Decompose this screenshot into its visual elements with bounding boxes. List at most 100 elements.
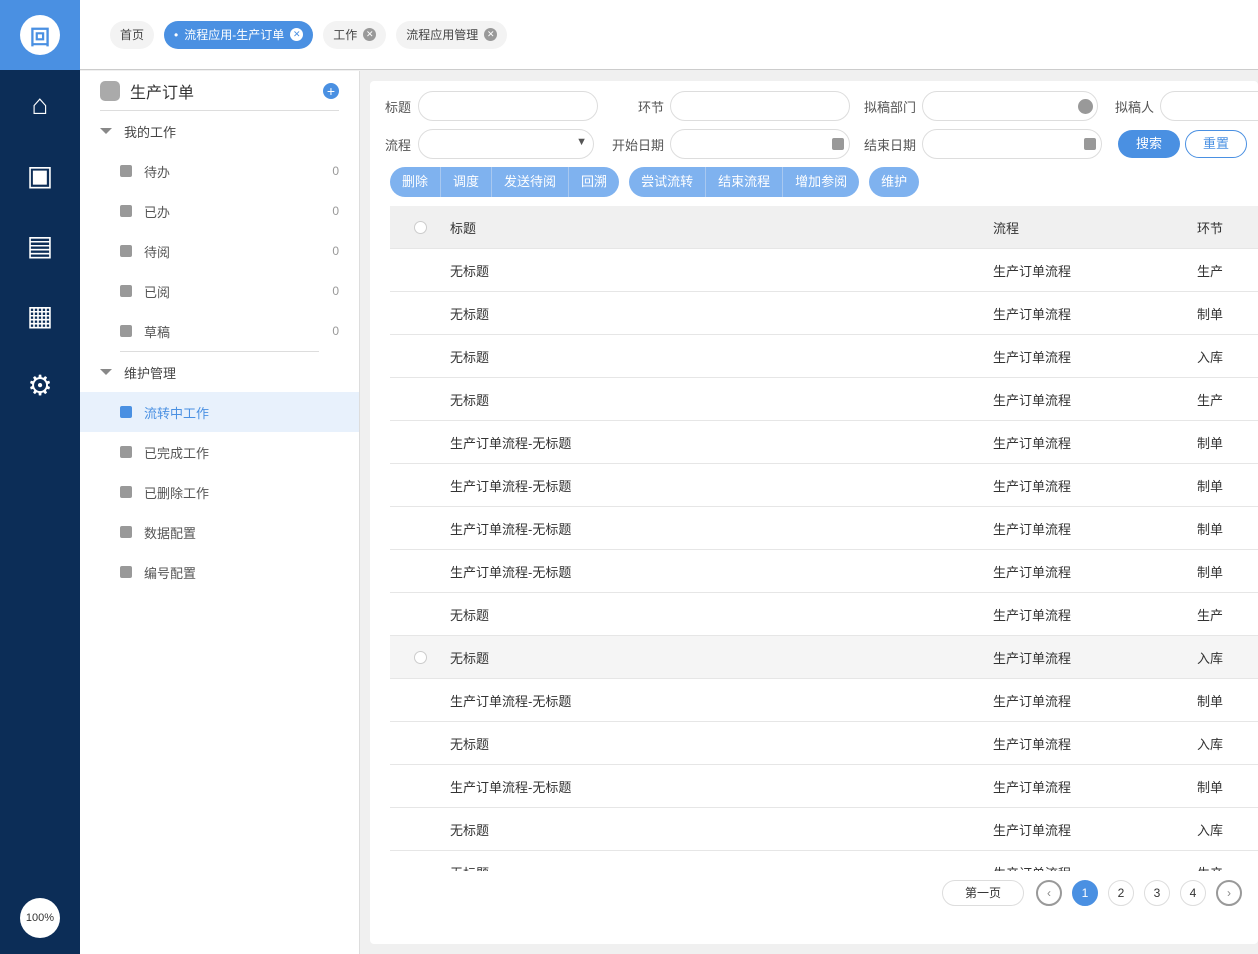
cell-process: 生产订单流程 [993,306,1072,322]
sidebar-item[interactable]: 待办 0 [80,151,359,191]
calendar-icon[interactable] [1084,138,1096,150]
cell-title[interactable]: 生产订单流程-无标题 [450,777,990,796]
table-row[interactable]: 无标题 生产订单流程 入库 [390,808,1258,851]
table-row[interactable]: 生产订单流程-无标题 生产订单流程 制单 [390,679,1258,722]
table-row[interactable]: 生产订单流程-无标题 生产订单流程 制单 [390,464,1258,507]
cell-title[interactable]: 无标题 [450,605,990,624]
news-icon[interactable]: ▤ [0,210,80,280]
table-row[interactable]: 无标题 生产订单流程 入库 [390,636,1258,679]
action-button[interactable]: 发送待阅 [492,167,570,197]
table-row[interactable]: 无标题生产订单流程生产 [390,249,1258,292]
group-label: 维护管理 [124,365,177,381]
row-radio[interactable] [413,650,427,664]
cell-title[interactable]: 生产订单流程-无标题 [450,519,990,538]
action-button[interactable]: 维护 [869,167,919,197]
page-button[interactable]: 2 [1108,880,1134,906]
tab-1[interactable]: • 流程应用-生产订单 ✕ [164,20,314,49]
table-row[interactable]: 无标题生产订单流程生产 [390,378,1258,421]
node-input[interactable] [670,91,850,121]
table-row[interactable]: 生产订单流程-无标题 生产订单流程 制单 [390,421,1258,464]
app-icon [100,80,120,101]
first-page-button[interactable]: 第一页 [942,880,1024,906]
cell-process: 生产订单流程 [993,564,1072,580]
cell-process: 生产订单流程 [993,435,1072,451]
tab-3[interactable]: 流程应用管理 ✕ [396,20,508,49]
table-row[interactable]: 生产订单流程-无标题 生产订单流程 制单 [390,507,1258,550]
prev-page-icon[interactable]: ‹ [1036,880,1062,906]
page-button[interactable]: 3 [1144,880,1170,906]
start-date-label: 开始日期 [611,137,664,153]
table-row[interactable]: 生产订单流程-无标题 生产订单流程 制单 [390,550,1258,593]
tab-2[interactable]: 工作 ✕ [323,20,387,49]
end-date-input[interactable] [922,129,1102,159]
item-count: 0 [332,204,339,218]
sidebar-item[interactable]: 待阅 0 [80,231,359,271]
process-select[interactable]: ▼ [418,129,594,159]
cell-title[interactable]: 无标题 [450,648,990,667]
action-button[interactable]: 调度 [441,167,493,197]
table-row[interactable]: 生产订单流程-无标题 生产订单流程 制单 [390,765,1258,808]
start-date-input[interactable] [670,129,850,159]
cell-title[interactable]: 无标题 [450,304,990,323]
sidebar-group[interactable]: 维护管理 [80,352,359,392]
table-row[interactable]: 无标题 生产订单流程 制单 [390,292,1258,335]
sidebar-item[interactable]: 流转中工作 [80,392,359,432]
table-header: 标题 流程 环节 [390,206,1258,249]
cell-title[interactable]: 无标题 [450,863,990,872]
calendar-icon[interactable] [832,138,844,150]
item-icon [120,486,132,498]
page-button[interactable]: 1 [1072,880,1098,906]
action-button[interactable]: 尝试流转 [629,167,707,197]
sidebar-item[interactable]: 草稿 0 [80,311,359,351]
cell-node: 生产 [1197,392,1224,408]
sidebar-item[interactable]: 已办 0 [80,191,359,231]
item-count: 0 [332,284,339,298]
sidebar-group[interactable]: 我的工作 [80,111,359,151]
action-button[interactable]: 增加参阅 [783,167,859,197]
calendar-icon[interactable]: ▦ [0,280,80,350]
page-button[interactable]: 4 [1180,880,1206,906]
title-input[interactable] [418,91,598,121]
cell-title[interactable]: 无标题 [450,261,990,280]
drafter-input[interactable] [1160,91,1258,121]
cell-title[interactable]: 生产订单流程-无标题 [450,562,990,581]
close-icon[interactable]: ✕ [290,28,304,41]
home-icon[interactable]: ⌂ [0,70,80,140]
next-page-icon[interactable]: › [1216,880,1242,906]
cell-title[interactable]: 生产订单流程-无标题 [450,476,990,495]
tab-0[interactable]: 首页 [110,20,155,49]
user-settings-icon[interactable]: ⚙ [0,350,80,420]
cell-node: 制单 [1197,779,1224,795]
table-row[interactable]: 无标题生产订单流程生产 [390,593,1258,636]
action-button[interactable]: 回溯 [569,167,619,197]
reset-button[interactable]: 重置 [1185,130,1247,158]
close-icon[interactable]: ✕ [363,28,377,41]
sidebar-item[interactable]: 已阅 0 [80,271,359,311]
sidebar-item[interactable]: 已完成工作 [80,432,359,472]
cell-title[interactable]: 生产订单流程-无标题 [450,691,990,710]
cell-title[interactable]: 无标题 [450,820,990,839]
cell-node: 生产 [1170,863,1250,872]
zoom-indicator[interactable]: 100% [20,898,60,938]
sidebar-title: 生产订单 [130,84,195,102]
sidebar-item[interactable]: 已删除工作 [80,472,359,512]
search-button[interactable]: 搜索 [1118,130,1180,158]
cell-title[interactable]: 无标题 [450,390,990,409]
select-all-radio[interactable] [413,220,427,234]
cell-title[interactable]: 生产订单流程-无标题 [450,433,990,452]
action-button[interactable]: 删除 [390,167,442,197]
cell-title[interactable]: 无标题 [450,734,990,753]
table-row[interactable]: 无标题 生产订单流程 入库 [390,722,1258,765]
cell-title[interactable]: 无标题 [450,347,990,366]
person-icon[interactable] [1078,99,1093,114]
sidebar-item[interactable]: 编号配置 [80,552,359,592]
table-row[interactable]: 无标题 生产订单流程 入库 [390,335,1258,378]
close-icon[interactable]: ✕ [484,28,498,41]
header-node: 环节 [1197,220,1224,236]
user-monitor-icon[interactable]: ▣ [0,140,80,210]
sidebar-item[interactable]: 数据配置 [80,512,359,552]
table-row[interactable]: 无标题生产订单流程生产 [390,851,1258,872]
dept-input[interactable] [922,91,1098,121]
add-icon[interactable]: + [323,82,339,99]
action-button[interactable]: 结束流程 [706,167,784,197]
